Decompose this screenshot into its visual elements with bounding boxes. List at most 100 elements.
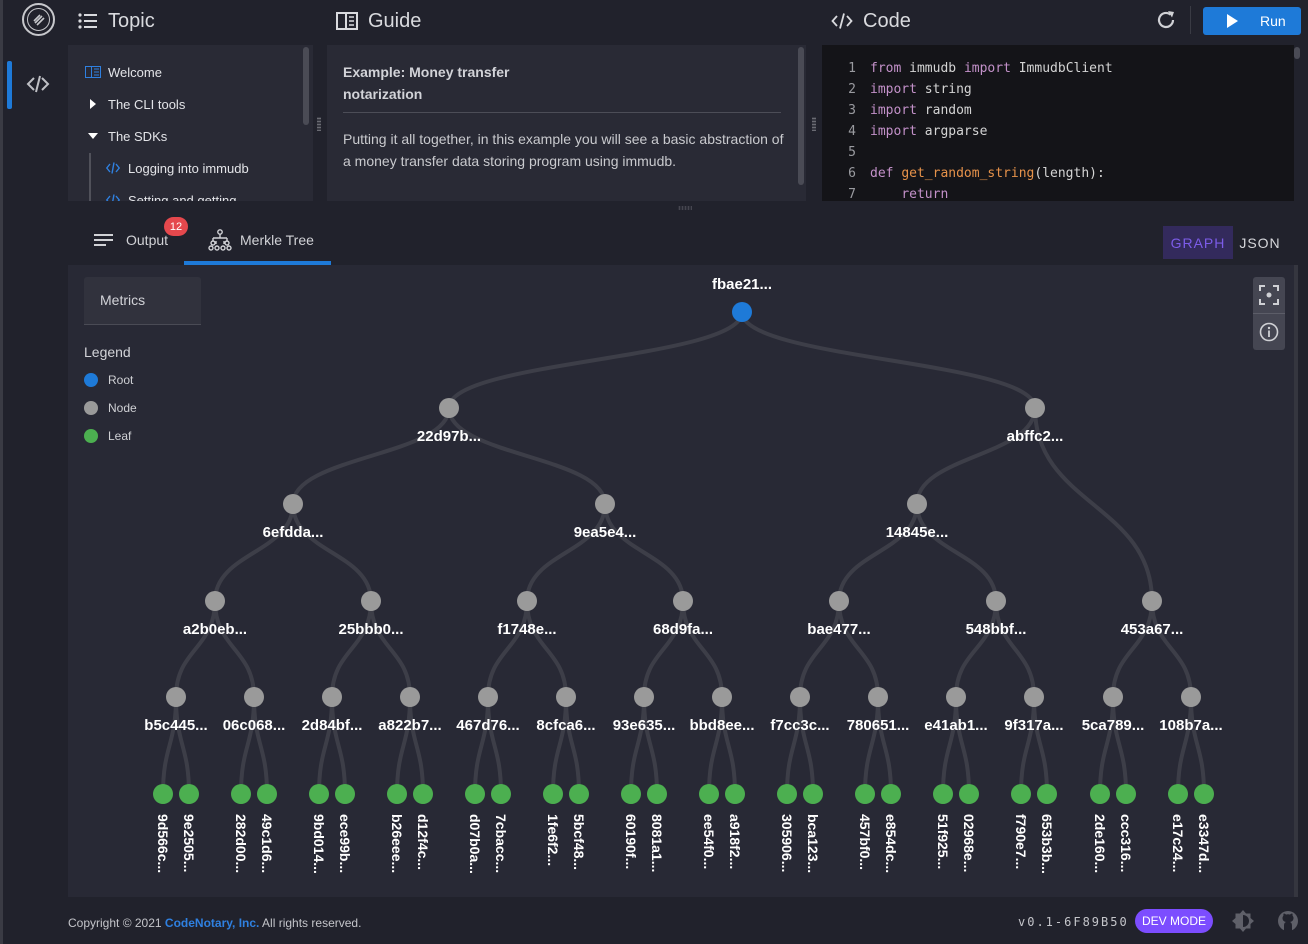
leaf-node[interactable] bbox=[699, 784, 719, 804]
tree-node[interactable] bbox=[1025, 398, 1045, 418]
leaf-node[interactable] bbox=[569, 784, 589, 804]
code-line[interactable]: 5 bbox=[822, 142, 870, 163]
leaf-node[interactable] bbox=[959, 784, 979, 804]
topic-item-sdks[interactable]: The SDKs bbox=[84, 126, 167, 146]
tree-edge bbox=[161, 696, 178, 795]
leaf-node[interactable] bbox=[647, 784, 667, 804]
node-label: a822b7... bbox=[378, 717, 441, 734]
leaf-node[interactable] bbox=[335, 784, 355, 804]
json-view-button[interactable]: JSON bbox=[1236, 226, 1284, 259]
tree-node[interactable] bbox=[244, 687, 264, 707]
tree-node[interactable] bbox=[400, 687, 420, 707]
tree-node[interactable] bbox=[673, 591, 693, 611]
code-line[interactable]: 6 def get_random_string (length): bbox=[822, 163, 1105, 184]
node-label: 68d9fa... bbox=[653, 621, 713, 638]
code-line[interactable]: 3 import random bbox=[822, 100, 972, 121]
leaf-node[interactable] bbox=[1194, 784, 1214, 804]
topic-item-cli-tools[interactable]: The CLI tools bbox=[84, 94, 185, 114]
tree-node[interactable] bbox=[634, 687, 654, 707]
topic-item-setting-getting[interactable]: Setting and getting bbox=[104, 190, 236, 201]
root-node[interactable] bbox=[732, 302, 752, 322]
tree-node[interactable] bbox=[283, 494, 303, 514]
topic-scrollbar[interactable] bbox=[303, 47, 309, 125]
code-line[interactable]: 4 import argparse bbox=[822, 121, 987, 142]
leaf-node[interactable] bbox=[803, 784, 823, 804]
tree-node[interactable] bbox=[517, 591, 537, 611]
theme-toggle-icon[interactable] bbox=[1232, 910, 1254, 932]
info-button[interactable] bbox=[1253, 314, 1285, 350]
tree-node[interactable] bbox=[790, 687, 810, 707]
node-label: 93e635... bbox=[613, 717, 676, 734]
leaf-node[interactable] bbox=[621, 784, 641, 804]
tree-node[interactable] bbox=[829, 591, 849, 611]
leaf-node[interactable] bbox=[231, 784, 251, 804]
tree-node[interactable] bbox=[946, 687, 966, 707]
code-line[interactable]: 1 from immudb import ImmudbClient bbox=[822, 58, 1112, 79]
leaf-node[interactable] bbox=[543, 784, 563, 804]
company-link[interactable]: CodeNotary, Inc. bbox=[165, 916, 259, 930]
leaf-node[interactable] bbox=[1011, 784, 1031, 804]
leaf-node[interactable] bbox=[933, 784, 953, 804]
code-icon[interactable] bbox=[26, 72, 52, 96]
tree-node[interactable] bbox=[1024, 687, 1044, 707]
tab-output[interactable]: Output bbox=[94, 214, 168, 265]
reset-code-button[interactable] bbox=[1154, 8, 1180, 34]
tree-node[interactable] bbox=[1142, 591, 1162, 611]
node-label: 9f317a... bbox=[1004, 717, 1063, 734]
tree-node[interactable] bbox=[322, 687, 342, 707]
nav-rail bbox=[3, 0, 68, 944]
leaf-node[interactable] bbox=[309, 784, 329, 804]
topic-item-welcome[interactable]: Welcome bbox=[84, 62, 162, 82]
leaf-node[interactable] bbox=[777, 784, 797, 804]
leaf-node[interactable] bbox=[179, 784, 199, 804]
tree-node[interactable] bbox=[595, 494, 615, 514]
merkle-graph[interactable]: fbae21... 22d97b... abffc2... 6efdda... 9ea5… bbox=[68, 265, 1294, 897]
leaf-node[interactable] bbox=[1090, 784, 1110, 804]
tree-node[interactable] bbox=[986, 591, 1006, 611]
code-line[interactable]: 2 import string bbox=[822, 79, 972, 100]
tree-node[interactable] bbox=[907, 494, 927, 514]
leaf-node[interactable] bbox=[257, 784, 277, 804]
tree-node[interactable] bbox=[166, 687, 186, 707]
graph-view-button[interactable]: GRAPH bbox=[1163, 226, 1233, 259]
topic-item-logging[interactable]: Logging into immudb bbox=[104, 158, 249, 178]
guide-scrollbar[interactable] bbox=[798, 47, 804, 185]
leaf-node[interactable] bbox=[1037, 784, 1057, 804]
code-editor[interactable]: 1 from immudb import ImmudbClient 2 import … bbox=[822, 45, 1294, 201]
immudb-logo-icon[interactable] bbox=[22, 3, 55, 36]
tree-node[interactable] bbox=[712, 687, 732, 707]
leaf-node[interactable] bbox=[881, 784, 901, 804]
node-dot-icon bbox=[84, 401, 98, 415]
leaf-node[interactable] bbox=[465, 784, 485, 804]
graph-scrollbar[interactable] bbox=[1294, 265, 1298, 897]
leaf-node[interactable] bbox=[1168, 784, 1188, 804]
tree-node[interactable] bbox=[361, 591, 381, 611]
fit-view-button[interactable] bbox=[1253, 277, 1285, 313]
leaf-node[interactable] bbox=[153, 784, 173, 804]
tree-node[interactable] bbox=[478, 687, 498, 707]
horizontal-splitter[interactable] bbox=[678, 206, 692, 210]
tree-node[interactable] bbox=[1103, 687, 1123, 707]
merkle-tree-svg[interactable]: fbae21... 22d97b... abffc2... 6efdda... 9ea5… bbox=[68, 265, 1294, 897]
tree-edge bbox=[798, 696, 815, 795]
tree-node[interactable] bbox=[205, 591, 225, 611]
tree-node[interactable] bbox=[439, 398, 459, 418]
leaf-node[interactable] bbox=[855, 784, 875, 804]
github-icon[interactable] bbox=[1277, 910, 1299, 932]
dev-mode-badge[interactable]: DEV MODE bbox=[1135, 909, 1213, 933]
code-scrollbar[interactable] bbox=[1294, 47, 1300, 59]
tree-node[interactable] bbox=[868, 687, 888, 707]
tab-merkle-tree[interactable]: Merkle Tree bbox=[208, 214, 314, 265]
leaf-node[interactable] bbox=[725, 784, 745, 804]
tree-node[interactable] bbox=[556, 687, 576, 707]
guide-code-splitter[interactable] bbox=[812, 117, 816, 131]
code-line[interactable]: 7 return bbox=[822, 184, 948, 201]
run-button[interactable]: Run bbox=[1203, 7, 1301, 35]
leaf-node[interactable] bbox=[1116, 784, 1136, 804]
tree-node[interactable] bbox=[1181, 687, 1201, 707]
topic-guide-splitter[interactable] bbox=[317, 117, 321, 131]
leaf-node[interactable] bbox=[413, 784, 433, 804]
leaf-node[interactable] bbox=[491, 784, 511, 804]
metrics-button[interactable]: Metrics bbox=[84, 277, 201, 325]
leaf-node[interactable] bbox=[387, 784, 407, 804]
